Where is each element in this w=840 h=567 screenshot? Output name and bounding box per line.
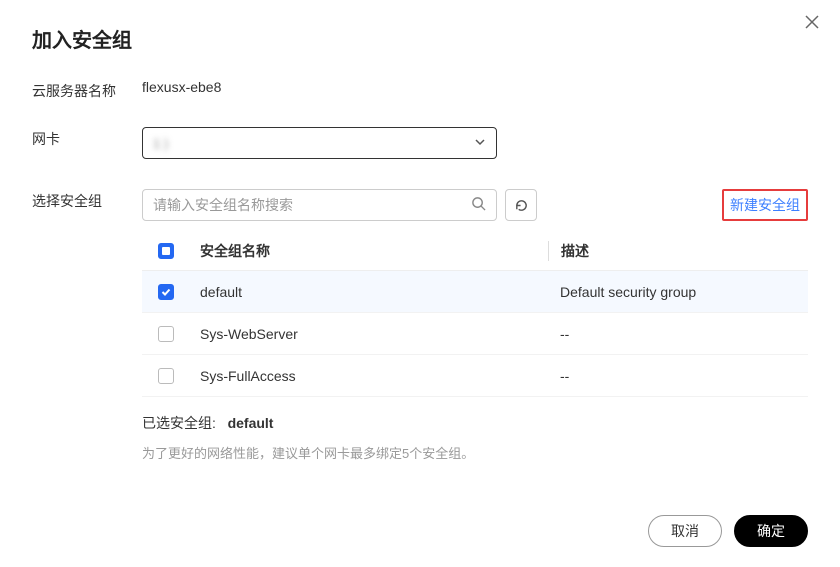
row-checkbox-icon[interactable] — [158, 368, 174, 384]
row-name: Sys-FullAccess — [200, 368, 548, 384]
col-header-name: 安全组名称 — [200, 241, 548, 261]
row-server-name: 云服务器名称 flexusx-ebe8 — [32, 79, 808, 101]
row-name: Sys-WebServer — [200, 326, 548, 342]
selected-summary: 已选安全组: default — [142, 413, 808, 433]
tip-text: 为了更好的网络性能，建议单个网卡最多绑定5个安全组。 — [142, 443, 808, 462]
cancel-button[interactable]: 取消 — [648, 515, 722, 547]
nic-select-value: 1 ) — [153, 136, 168, 151]
close-icon[interactable] — [802, 12, 822, 32]
row-desc: -- — [548, 326, 808, 342]
new-sg-highlight: 新建安全组 — [722, 189, 808, 221]
row-nic: 网卡 1 ) — [32, 127, 808, 159]
server-name-value: flexusx-ebe8 — [142, 79, 221, 95]
row-name: default — [200, 284, 548, 300]
modal-title: 加入安全组 — [32, 24, 808, 53]
sg-table: 安全组名称 描述 default Default security group … — [142, 231, 808, 397]
ok-button[interactable]: 确定 — [734, 515, 808, 547]
row-select-sg: 选择安全组 新建安全组 — [32, 189, 808, 221]
row-checkbox-icon[interactable] — [158, 326, 174, 342]
label-nic: 网卡 — [32, 127, 142, 149]
row-desc: Default security group — [548, 284, 808, 300]
label-select-sg: 选择安全组 — [32, 189, 142, 211]
selected-value: default — [228, 415, 274, 431]
chevron-down-icon — [474, 135, 486, 151]
search-box — [142, 189, 497, 221]
table-row[interactable]: Sys-FullAccess -- — [142, 355, 808, 397]
new-sg-link[interactable]: 新建安全组 — [730, 197, 800, 213]
table-row[interactable]: Sys-WebServer -- — [142, 313, 808, 355]
join-sg-modal: 加入安全组 云服务器名称 flexusx-ebe8 网卡 1 ) 选择安全组 — [0, 0, 840, 567]
nic-select[interactable]: 1 ) — [142, 127, 497, 159]
row-desc: -- — [548, 368, 808, 384]
table-row[interactable]: default Default security group — [142, 271, 808, 313]
label-server-name: 云服务器名称 — [32, 79, 142, 101]
search-icon[interactable] — [471, 196, 486, 214]
table-header: 安全组名称 描述 — [142, 231, 808, 271]
selected-label: 已选安全组: — [142, 415, 216, 431]
modal-footer: 取消 确定 — [648, 515, 808, 547]
search-input[interactable] — [153, 197, 471, 213]
header-checkbox-icon[interactable] — [158, 243, 174, 259]
row-checkbox-icon[interactable] — [158, 284, 174, 300]
col-header-desc: 描述 — [548, 241, 808, 261]
refresh-button[interactable] — [505, 189, 537, 221]
